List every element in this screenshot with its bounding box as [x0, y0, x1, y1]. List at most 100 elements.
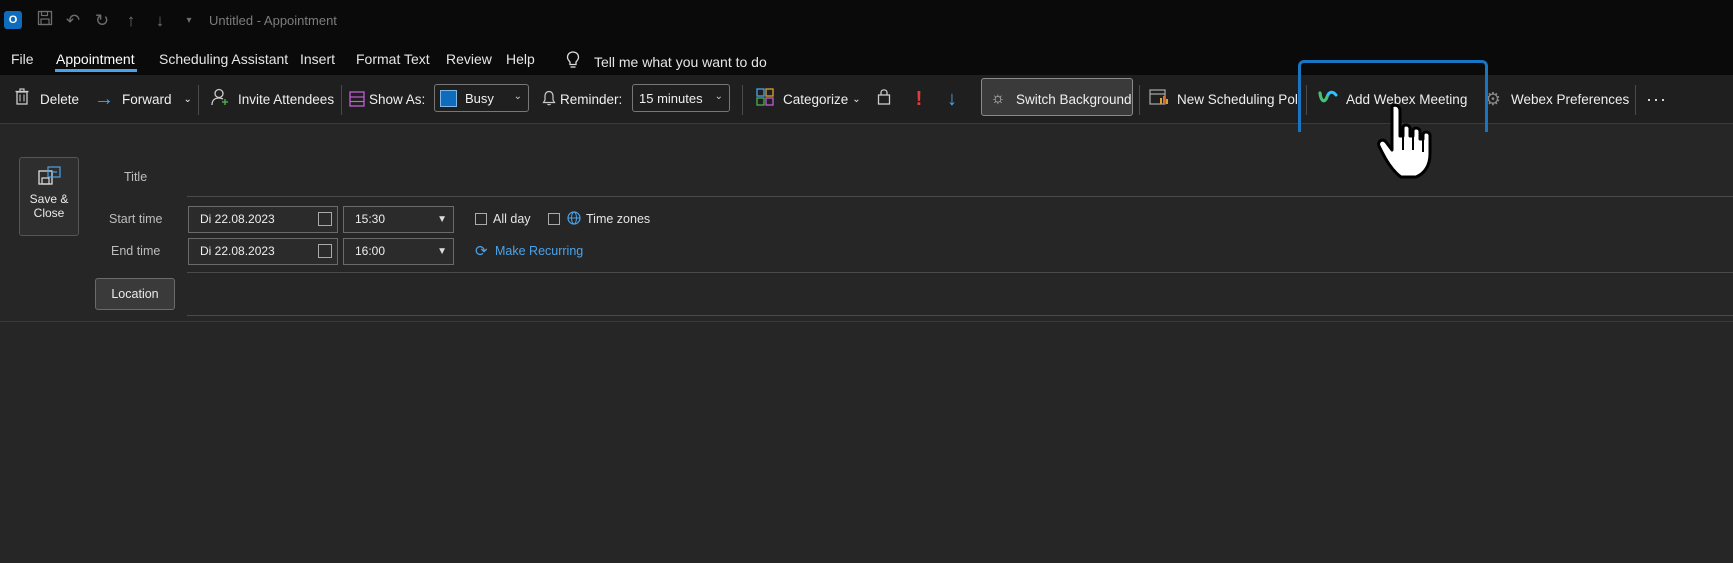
save-icon[interactable]	[34, 10, 56, 32]
tell-me-search[interactable]: Tell me what you want to do	[566, 51, 767, 72]
forward-button[interactable]: → Forward ⌄	[94, 83, 192, 115]
tab-insert[interactable]: Insert	[300, 51, 335, 67]
end-date-field[interactable]: Di 22.08.2023	[188, 238, 338, 265]
hand-cursor-icon	[1374, 102, 1446, 188]
outlook-logo-icon: O	[4, 11, 22, 29]
show-as-label: Show As:	[369, 91, 426, 107]
trash-icon	[12, 88, 32, 110]
tab-appointment[interactable]: Appointment	[56, 51, 135, 67]
location-button[interactable]: Location	[95, 278, 175, 310]
save-close-icon	[36, 166, 62, 188]
title-input-underline[interactable]	[187, 196, 1733, 197]
chevron-down-icon[interactable]: ⌄	[184, 94, 192, 105]
switch-background-label: Switch Background	[1016, 91, 1132, 107]
high-importance-button[interactable]: !	[909, 83, 937, 115]
active-tab-indicator	[55, 69, 137, 72]
divider	[187, 272, 1733, 273]
calendar-icon[interactable]	[318, 244, 332, 258]
chevron-down-icon[interactable]: ▼	[437, 246, 447, 257]
title-label: Title	[124, 170, 148, 184]
window-title: Untitled - Appointment	[209, 13, 337, 28]
new-scheduling-poll-label: New Scheduling Poll	[1177, 91, 1301, 107]
poll-calendar-icon	[1149, 88, 1169, 111]
start-date-field[interactable]: Di 22.08.2023	[188, 206, 338, 233]
categorize-icon	[755, 87, 775, 111]
ribbon-separator	[1139, 85, 1140, 115]
delete-label: Delete	[40, 91, 80, 107]
switch-background-content[interactable]: ☼ Switch Background	[988, 83, 1132, 115]
ribbon-separator	[1635, 85, 1636, 115]
globe-icon	[567, 211, 581, 228]
tab-scheduling-assistant[interactable]: Scheduling Assistant	[159, 51, 288, 67]
invite-attendees-button[interactable]: Invite Attendees	[210, 83, 334, 115]
reminder-value: 15 minutes	[639, 90, 703, 106]
save-close-label-line1: Save &	[29, 192, 69, 206]
title-bar: O ↶ ↻ ↑ ↓ ▾ Untitled - Appointment	[0, 0, 1733, 42]
start-time-value: 15:30	[355, 212, 386, 226]
webex-preferences-label: Webex Preferences	[1511, 91, 1630, 107]
redo-icon[interactable]: ↻	[91, 10, 113, 32]
ribbon-separator	[341, 85, 342, 115]
up-arrow-icon[interactable]: ↑	[120, 10, 142, 32]
all-day-label: All day	[493, 212, 531, 226]
undo-icon[interactable]: ↶	[62, 10, 84, 32]
all-day-checkbox[interactable]	[475, 213, 487, 225]
reminder-label: Reminder:	[560, 91, 623, 107]
add-person-icon	[210, 88, 230, 111]
end-time-value: 16:00	[355, 244, 386, 258]
end-date-value: Di 22.08.2023	[200, 244, 275, 258]
chevron-down-icon: ⌄	[714, 91, 723, 102]
forward-arrow-icon: →	[94, 87, 114, 110]
tab-format-text[interactable]: Format Text	[356, 51, 430, 67]
start-time-field[interactable]: 15:30 ▼	[343, 206, 454, 233]
lightbulb-icon	[566, 51, 580, 72]
webex-preferences-button[interactable]: ⚙ Webex Preferences	[1483, 83, 1629, 115]
new-scheduling-poll-button[interactable]: New Scheduling Poll	[1149, 83, 1301, 115]
show-as-select[interactable]: Busy ⌄	[434, 84, 529, 112]
recurrence-icon: ⟳	[475, 243, 488, 260]
private-button[interactable]	[874, 83, 902, 115]
reminder-label-group: Reminder:	[542, 83, 622, 115]
tab-review[interactable]: Review	[446, 51, 492, 67]
form-bottom-divider	[0, 321, 1733, 322]
tell-me-text: Tell me what you want to do	[594, 53, 767, 70]
show-as-icon	[349, 91, 365, 107]
down-arrow-icon: ↓	[947, 87, 957, 110]
busy-color-swatch	[440, 89, 457, 107]
invite-attendees-label: Invite Attendees	[238, 91, 335, 107]
low-importance-button[interactable]: ↓	[942, 83, 970, 115]
customize-quick-access-icon[interactable]: ▾	[178, 10, 200, 32]
show-as-value: Busy	[465, 90, 494, 106]
start-date-value: Di 22.08.2023	[200, 212, 275, 226]
categorize-label: Categorize	[783, 91, 849, 107]
calendar-icon[interactable]	[318, 212, 332, 226]
end-time-field[interactable]: 16:00 ▼	[343, 238, 454, 265]
more-options-label: ···	[1646, 88, 1667, 109]
chevron-down-icon: ⌄	[513, 91, 522, 102]
ribbon-separator	[742, 85, 743, 115]
bell-icon	[542, 90, 556, 109]
lock-icon	[874, 88, 894, 110]
make-recurring-link[interactable]: Make Recurring	[495, 244, 583, 258]
tab-file[interactable]: File	[11, 51, 34, 67]
delete-button[interactable]: Delete	[12, 83, 79, 115]
save-close-label-line2: Close	[33, 206, 65, 220]
chevron-down-icon[interactable]: ▼	[437, 214, 447, 225]
end-time-label: End time	[111, 244, 161, 258]
location-input-underline[interactable]	[187, 315, 1733, 316]
categorize-button[interactable]: Categorize ⌄	[755, 83, 861, 115]
start-time-label: Start time	[109, 212, 163, 226]
save-close-button[interactable]: Save & Close	[19, 157, 79, 236]
chevron-down-icon: ⌄	[852, 93, 861, 105]
ribbon-separator	[198, 85, 199, 115]
down-arrow-icon[interactable]: ↓	[149, 10, 171, 32]
tab-help[interactable]: Help	[506, 51, 535, 67]
sun-icon: ☼	[990, 90, 1006, 107]
exclamation-icon: !	[915, 87, 923, 110]
reminder-select[interactable]: 15 minutes ⌄	[632, 84, 730, 112]
more-options-button[interactable]: ···	[1646, 83, 1667, 115]
show-as-label-group: Show As:	[349, 83, 425, 115]
forward-label: Forward	[122, 91, 172, 107]
time-zones-label: Time zones	[586, 212, 651, 226]
time-zones-checkbox[interactable]	[548, 213, 560, 225]
